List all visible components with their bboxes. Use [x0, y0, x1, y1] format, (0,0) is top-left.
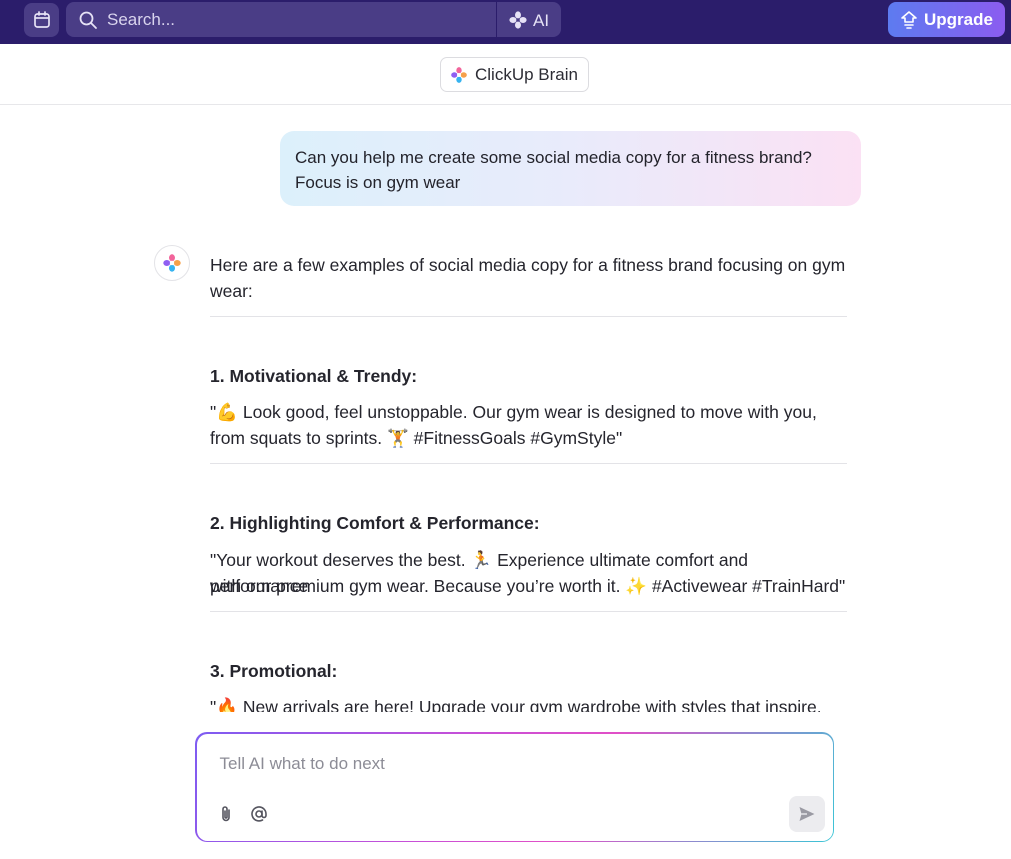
search-icon: [79, 11, 97, 29]
ai-reply: Here are a few examples of social media …: [210, 250, 850, 712]
divider: [210, 463, 847, 464]
attachment-icon[interactable]: [216, 804, 236, 824]
upgrade-icon: [901, 10, 917, 29]
section-text: "🔥 New arrivals are here! Upgrade your g…: [210, 697, 822, 712]
clickup-brain-icon: [163, 254, 181, 272]
section-heading: 3. Promotional:: [210, 661, 338, 681]
user-message-line: Can you help me create some social media…: [295, 148, 812, 167]
mention-icon[interactable]: [249, 804, 269, 824]
ai-avatar: [154, 245, 190, 281]
page-title: ClickUp Brain: [475, 64, 578, 84]
section-text: with our premium gym wear. Because you’r…: [210, 576, 846, 596]
prompt-input[interactable]: Tell AI what to do next: [220, 754, 385, 774]
search-divider: [496, 2, 497, 37]
section-heading: 1. Motivational & Trendy:: [210, 366, 418, 386]
upgrade-button[interactable]: Upgrade: [888, 2, 1005, 37]
ai-button-label[interactable]: AI: [533, 11, 549, 31]
divider: [210, 316, 847, 317]
brain-header: ClickUp Brain: [0, 44, 1011, 105]
search-bar[interactable]: Search... AI: [66, 2, 561, 37]
reply-intro-line: Here are a few examples of social media …: [210, 255, 846, 275]
clickup-brain-icon: [451, 66, 467, 83]
section-heading: 2. Highlighting Comfort & Performance:: [210, 513, 540, 533]
user-message-line: Focus is on gym wear: [295, 173, 461, 192]
user-message-bubble: Can you help me create some social media…: [280, 131, 861, 206]
divider: [210, 611, 847, 612]
calendar-button[interactable]: [24, 3, 59, 37]
calendar-icon: [33, 11, 50, 28]
upgrade-label: Upgrade: [924, 9, 993, 29]
reply-intro-line: wear:: [210, 281, 253, 301]
section-text: from squats to sprints. 🏋️ #FitnessGoals…: [210, 428, 623, 448]
send-button[interactable]: [788, 795, 825, 832]
clickup-brain-selector[interactable]: ClickUp Brain: [440, 57, 589, 92]
ai-composer: Tell AI what to do next: [195, 732, 834, 842]
section-text: "💪 Look good, feel unstoppable. Our gym …: [210, 402, 817, 422]
send-icon: [799, 806, 814, 821]
search-input[interactable]: Search...: [107, 10, 175, 30]
top-bar: Search... AI Upgrade: [0, 0, 1011, 44]
ai-sparkle-icon: [509, 11, 527, 29]
